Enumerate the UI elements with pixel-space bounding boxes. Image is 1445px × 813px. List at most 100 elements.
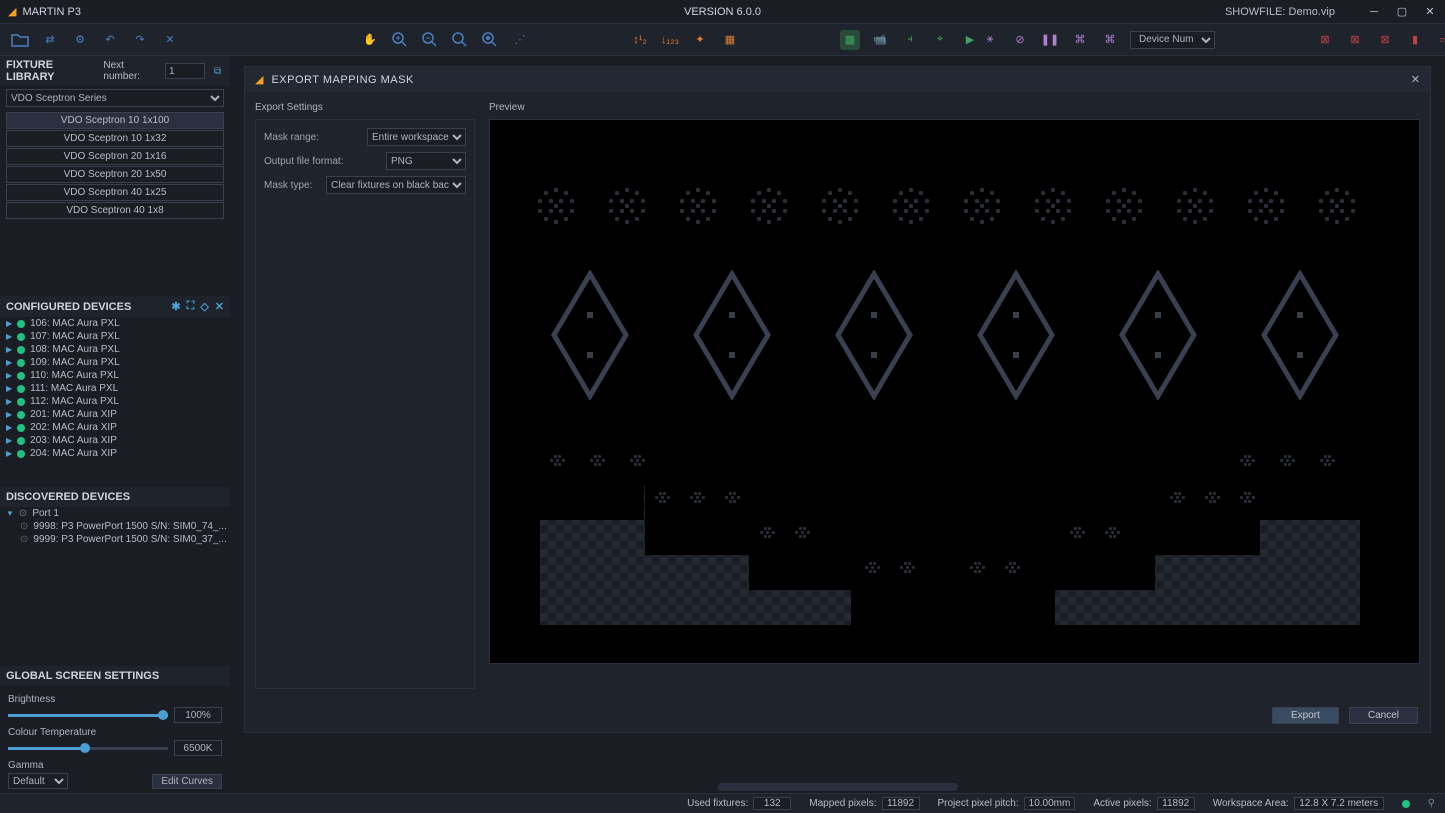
fixture-item[interactable]: VDO Sceptron 10 1x32 bbox=[6, 130, 224, 147]
expand-icon[interactable]: ▶ bbox=[6, 410, 12, 419]
dialog-close-button[interactable]: ✕ bbox=[1411, 73, 1420, 86]
status-dot-icon bbox=[17, 437, 25, 445]
fixture-item[interactable]: VDO Sceptron 40 1x8 bbox=[6, 202, 224, 219]
copy-icon[interactable]: ⧉ bbox=[211, 64, 224, 78]
zoom-in-icon[interactable] bbox=[390, 30, 410, 50]
order12-icon[interactable]: ↕¹₂ bbox=[630, 30, 650, 50]
redo-icon[interactable]: ↷ bbox=[130, 30, 150, 50]
status-dot-icon bbox=[17, 398, 25, 406]
device-row[interactable]: ▶106: MAC Aura PXL bbox=[0, 317, 230, 330]
status-dot-icon bbox=[17, 346, 25, 354]
device-mode-select[interactable]: Device Num bbox=[1130, 31, 1215, 49]
pause-icon[interactable]: ❚❚ bbox=[1040, 30, 1060, 50]
expand-icon[interactable]: ▶ bbox=[6, 397, 12, 406]
expand-icon[interactable]: ▶ bbox=[6, 436, 12, 445]
minimize-button[interactable]: ─ bbox=[1367, 5, 1381, 19]
gamma-label: Gamma bbox=[8, 760, 222, 771]
fixture-item[interactable]: VDO Sceptron 20 1x16 bbox=[6, 148, 224, 165]
device-row[interactable]: ▶107: MAC Aura PXL bbox=[0, 330, 230, 343]
cancel-button[interactable]: Cancel bbox=[1349, 707, 1418, 724]
workspace-area-value: 12.8 X 7.2 meters bbox=[1294, 797, 1384, 810]
expand-icon[interactable]: ▶ bbox=[6, 332, 12, 341]
settings-icon[interactable]: ⚙ bbox=[70, 30, 90, 50]
version-label: VERSION 6.0.0 bbox=[684, 6, 761, 18]
play-area-icon[interactable]: ▩ bbox=[840, 30, 860, 50]
fixture-series-select[interactable]: VDO Sceptron Series bbox=[6, 89, 224, 107]
expand-icon[interactable]: ▶ bbox=[6, 423, 12, 432]
showfile-label: SHOWFILE: Demo.vip bbox=[1225, 6, 1335, 18]
stop-icon[interactable]: ⊘ bbox=[1010, 30, 1030, 50]
mask-type-label: Mask type: bbox=[264, 180, 326, 191]
port-row[interactable]: ▼ ⊙ Port 1 bbox=[0, 507, 230, 520]
expand-icon[interactable]: ▶ bbox=[6, 449, 12, 458]
cfg-spark-icon[interactable]: ✱ bbox=[171, 300, 180, 313]
fixture-item[interactable]: VDO Sceptron 40 1x25 bbox=[6, 184, 224, 201]
play-icon[interactable]: ▶ bbox=[960, 30, 980, 50]
export-button[interactable]: Export bbox=[1272, 707, 1339, 724]
device-row[interactable]: ▶202: MAC Aura XIP bbox=[0, 421, 230, 434]
gamma-select[interactable]: Default bbox=[8, 773, 68, 789]
brightness-slider[interactable] bbox=[8, 708, 168, 722]
err3-icon[interactable]: ⊠ bbox=[1375, 30, 1395, 50]
pin-icon[interactable]: ⚲ bbox=[1428, 798, 1435, 809]
expand-icon[interactable]: ▶ bbox=[6, 384, 12, 393]
order123-icon[interactable]: ↓₁₂₃ bbox=[660, 30, 680, 50]
battery-icon[interactable]: ▮ bbox=[1405, 30, 1425, 50]
device-row[interactable]: ▶203: MAC Aura XIP bbox=[0, 434, 230, 447]
colour-temperature-slider[interactable] bbox=[8, 741, 168, 755]
camera-icon[interactable]: 📹 bbox=[870, 30, 890, 50]
zoom-sel-icon[interactable] bbox=[480, 30, 500, 50]
zoom-fit-icon[interactable] bbox=[450, 30, 470, 50]
device-row[interactable]: ▶112: MAC Aura PXL bbox=[0, 395, 230, 408]
err2-icon[interactable]: ⊠ bbox=[1345, 30, 1365, 50]
close-button[interactable]: ✕ bbox=[1423, 5, 1437, 19]
fx1-icon[interactable]: ⚹ bbox=[980, 30, 1000, 50]
undo-icon[interactable]: ↶ bbox=[100, 30, 120, 50]
app-logo-icon: ◢ bbox=[8, 5, 16, 18]
monitor-icon[interactable]: ▭ bbox=[1435, 30, 1445, 50]
mixer-icon[interactable]: ⫞ bbox=[900, 30, 920, 50]
edit-curves-button[interactable]: Edit Curves bbox=[152, 774, 222, 789]
colour-temperature-value[interactable] bbox=[174, 740, 222, 756]
device-row[interactable]: ▶108: MAC Aura PXL bbox=[0, 343, 230, 356]
mask-range-select[interactable]: Entire workspace bbox=[367, 128, 466, 146]
device-label: 109: MAC Aura PXL bbox=[30, 357, 120, 368]
device-label: 204: MAC Aura XIP bbox=[30, 448, 117, 459]
mask-type-select[interactable]: Clear fixtures on black background bbox=[326, 176, 466, 194]
grid-tool-icon[interactable]: ▦ bbox=[720, 30, 740, 50]
zoom-out-icon[interactable] bbox=[420, 30, 440, 50]
target-icon[interactable]: ⌖ bbox=[930, 30, 950, 50]
pan-icon[interactable]: ✋ bbox=[360, 30, 380, 50]
device-row[interactable]: ▶111: MAC Aura PXL bbox=[0, 382, 230, 395]
next-number-input[interactable] bbox=[165, 63, 205, 79]
cfg-collapse-icon[interactable]: ⛶ bbox=[187, 300, 195, 313]
maximize-button[interactable]: ▢ bbox=[1395, 5, 1409, 19]
output-format-select[interactable]: PNG bbox=[386, 152, 466, 170]
discovered-item[interactable]: ⊙9999: P3 PowerPort 1500 S/N: SIM0_37_..… bbox=[0, 533, 230, 546]
device-row[interactable]: ▶ 204: MAC Aura XIP bbox=[0, 447, 230, 460]
tools-icon[interactable]: ✕ bbox=[160, 30, 180, 50]
active-pixels-label: Active pixels: bbox=[1093, 798, 1151, 809]
open-file-icon[interactable] bbox=[10, 30, 30, 50]
link2-icon[interactable]: ⌘ bbox=[1100, 30, 1120, 50]
err1-icon[interactable]: ⊠ bbox=[1315, 30, 1335, 50]
cfg-diamond-icon[interactable]: ◇ bbox=[200, 300, 208, 313]
device-row[interactable]: ▶201: MAC Aura XIP bbox=[0, 408, 230, 421]
expand-icon[interactable]: ▶ bbox=[6, 371, 12, 380]
route-icon[interactable]: ⋰ bbox=[510, 30, 530, 50]
fixture-item[interactable]: VDO Sceptron 10 1x100 bbox=[6, 112, 224, 129]
expand-icon[interactable]: ▶ bbox=[6, 319, 12, 328]
spark-icon[interactable]: ✦ bbox=[690, 30, 710, 50]
expand-icon[interactable]: ▼ bbox=[6, 509, 14, 518]
horizontal-scrollbar[interactable] bbox=[718, 783, 958, 791]
expand-icon[interactable]: ▶ bbox=[6, 358, 12, 367]
import-icon[interactable]: ⇄ bbox=[40, 30, 60, 50]
device-row[interactable]: ▶110: MAC Aura PXL bbox=[0, 369, 230, 382]
brightness-value[interactable] bbox=[174, 707, 222, 723]
discovered-item[interactable]: ⊙9998: P3 PowerPort 1500 S/N: SIM0_74_..… bbox=[0, 520, 230, 533]
fixture-item[interactable]: VDO Sceptron 20 1x50 bbox=[6, 166, 224, 183]
link1-icon[interactable]: ⌘ bbox=[1070, 30, 1090, 50]
expand-icon[interactable]: ▶ bbox=[6, 345, 12, 354]
device-row[interactable]: ▶ 109: MAC Aura PXL bbox=[0, 356, 230, 369]
cfg-close-icon[interactable]: ✕ bbox=[215, 300, 224, 313]
